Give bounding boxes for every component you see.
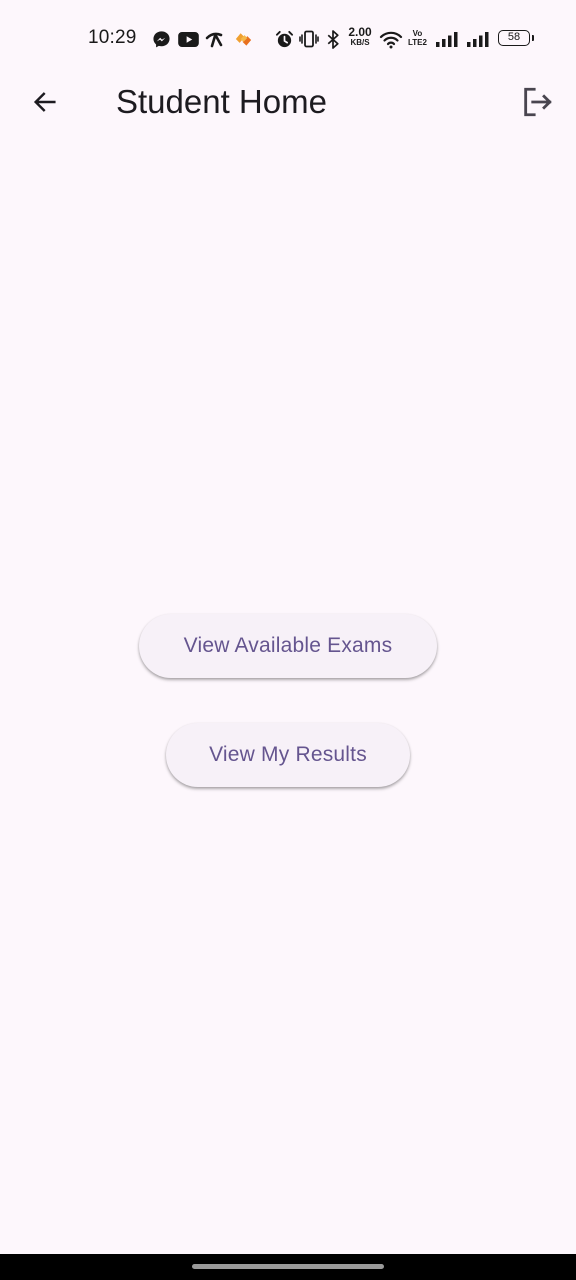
page-title: Student Home [116,83,327,120]
back-button[interactable] [21,78,69,126]
network-speed-value: 2.00 [348,25,372,39]
home-indicator[interactable] [192,1264,384,1269]
network-speed-unit: KB/S [350,38,370,47]
youtube-icon [177,28,199,50]
vibrate-icon [298,28,320,50]
app-heart-icon [231,28,255,50]
view-available-exams-button[interactable]: View Available Exams [139,614,437,678]
app-bar: Student Home [0,76,576,128]
bluetooth-icon [323,28,343,50]
volte-line1: Vo [412,29,423,38]
messenger-icon [150,28,172,50]
wifi-icon [378,28,404,50]
status-bar: 10:29 2.00 KB/S Vo LTE2 58 [0,0,576,76]
logout-icon [524,87,552,117]
arrow-back-icon [33,92,56,112]
telenor-icon [204,28,226,50]
volte-line2: LTE2 [408,38,427,47]
battery-level: 58 [507,31,521,43]
system-navigation-bar [0,1254,576,1280]
network-speed: 2.00 KB/S [345,25,375,48]
signal-icon [434,28,460,50]
battery-icon: 58 [498,30,534,46]
signal-icon-2 [465,28,491,50]
volte-indicator: Vo LTE2 [408,29,427,47]
status-time: 10:29 [88,27,137,48]
logout-button[interactable] [512,78,562,126]
alarm-icon [273,28,295,50]
view-my-results-button[interactable]: View My Results [166,723,410,787]
